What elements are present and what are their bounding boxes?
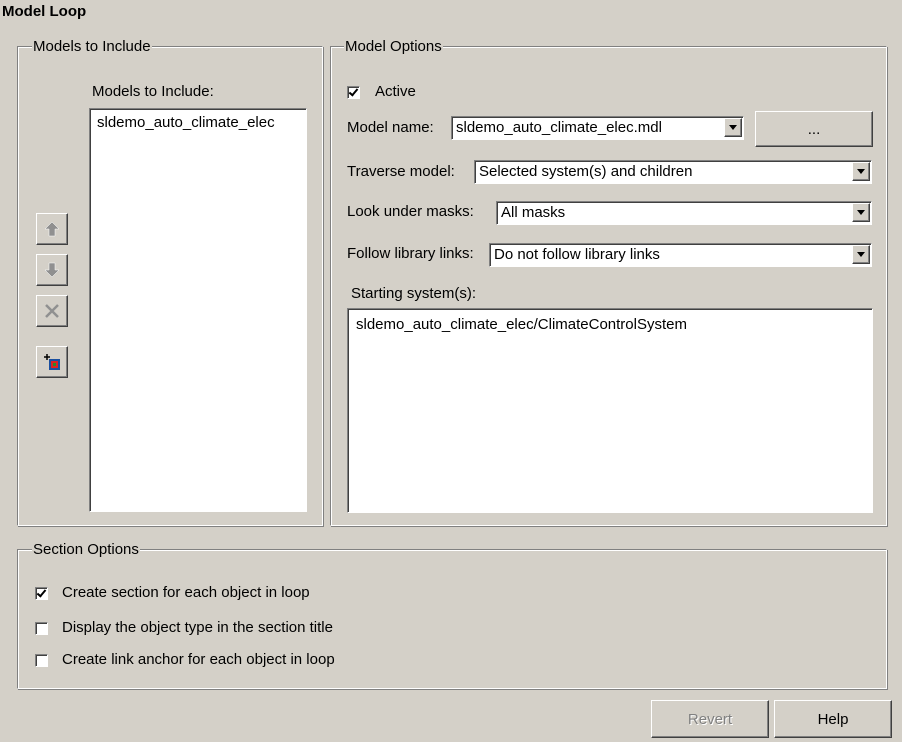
models-list-label: Models to Include: <box>92 83 214 100</box>
models-listbox[interactable]: sldemo_auto_climate_elec <box>89 108 307 512</box>
add-model-button[interactable] <box>36 346 68 378</box>
look-under-masks-value: All masks <box>501 204 566 221</box>
follow-library-links-label: Follow library links: <box>347 245 474 262</box>
remove-button[interactable] <box>36 295 68 327</box>
model-name-dropdown[interactable]: sldemo_auto_climate_elec.mdl <box>451 116 744 140</box>
look-under-masks-label: Look under masks: <box>347 203 474 220</box>
starting-systems-textarea[interactable]: sldemo_auto_climate_elec/ClimateControlS… <box>347 308 873 513</box>
section-checkbox-object-type[interactable] <box>35 622 48 635</box>
section-checkbox-each-object[interactable] <box>35 587 48 600</box>
chevron-down-icon[interactable] <box>852 245 870 264</box>
help-button[interactable]: Help <box>774 700 892 738</box>
section-check-label: Create section for each object in loop <box>62 584 310 601</box>
starting-systems-label: Starting system(s): <box>351 285 477 302</box>
chevron-down-icon[interactable] <box>852 162 870 181</box>
look-under-masks-dropdown[interactable]: All masks <box>496 201 872 225</box>
section-group-legend: Section Options <box>32 540 140 560</box>
browse-button[interactable]: ... <box>755 111 873 147</box>
arrow-up-icon <box>44 221 60 237</box>
model-name-label: Model name: <box>347 119 434 136</box>
traverse-model-label: Traverse model: <box>347 163 455 180</box>
active-checkbox[interactable] <box>347 86 360 99</box>
starting-systems-value: sldemo_auto_climate_elec/ClimateControlS… <box>356 316 687 333</box>
delete-x-icon <box>45 304 59 318</box>
chevron-down-icon[interactable] <box>852 203 870 222</box>
traverse-model-value: Selected system(s) and children <box>479 163 693 180</box>
follow-library-links-dropdown[interactable]: Do not follow library links <box>489 243 872 267</box>
page-title: Model Loop <box>2 3 87 20</box>
active-label: Active <box>375 83 416 100</box>
section-checkbox-link-anchor[interactable] <box>35 654 48 667</box>
section-check-label: Display the object type in the section t… <box>62 619 333 636</box>
list-item[interactable]: sldemo_auto_climate_elec <box>94 113 302 133</box>
follow-library-links-value: Do not follow library links <box>494 246 660 263</box>
move-down-button[interactable] <box>36 254 68 286</box>
section-check-label: Create link anchor for each object in lo… <box>62 651 335 668</box>
model-name-value: sldemo_auto_climate_elec.mdl <box>456 119 662 136</box>
models-group-legend: Models to Include <box>32 37 152 57</box>
revert-button[interactable]: Revert <box>651 700 769 738</box>
arrow-down-icon <box>44 262 60 278</box>
add-model-icon <box>44 354 60 370</box>
move-up-button[interactable] <box>36 213 68 245</box>
options-group-legend: Model Options <box>344 37 443 57</box>
traverse-model-dropdown[interactable]: Selected system(s) and children <box>474 160 872 184</box>
chevron-down-icon[interactable] <box>724 118 742 137</box>
